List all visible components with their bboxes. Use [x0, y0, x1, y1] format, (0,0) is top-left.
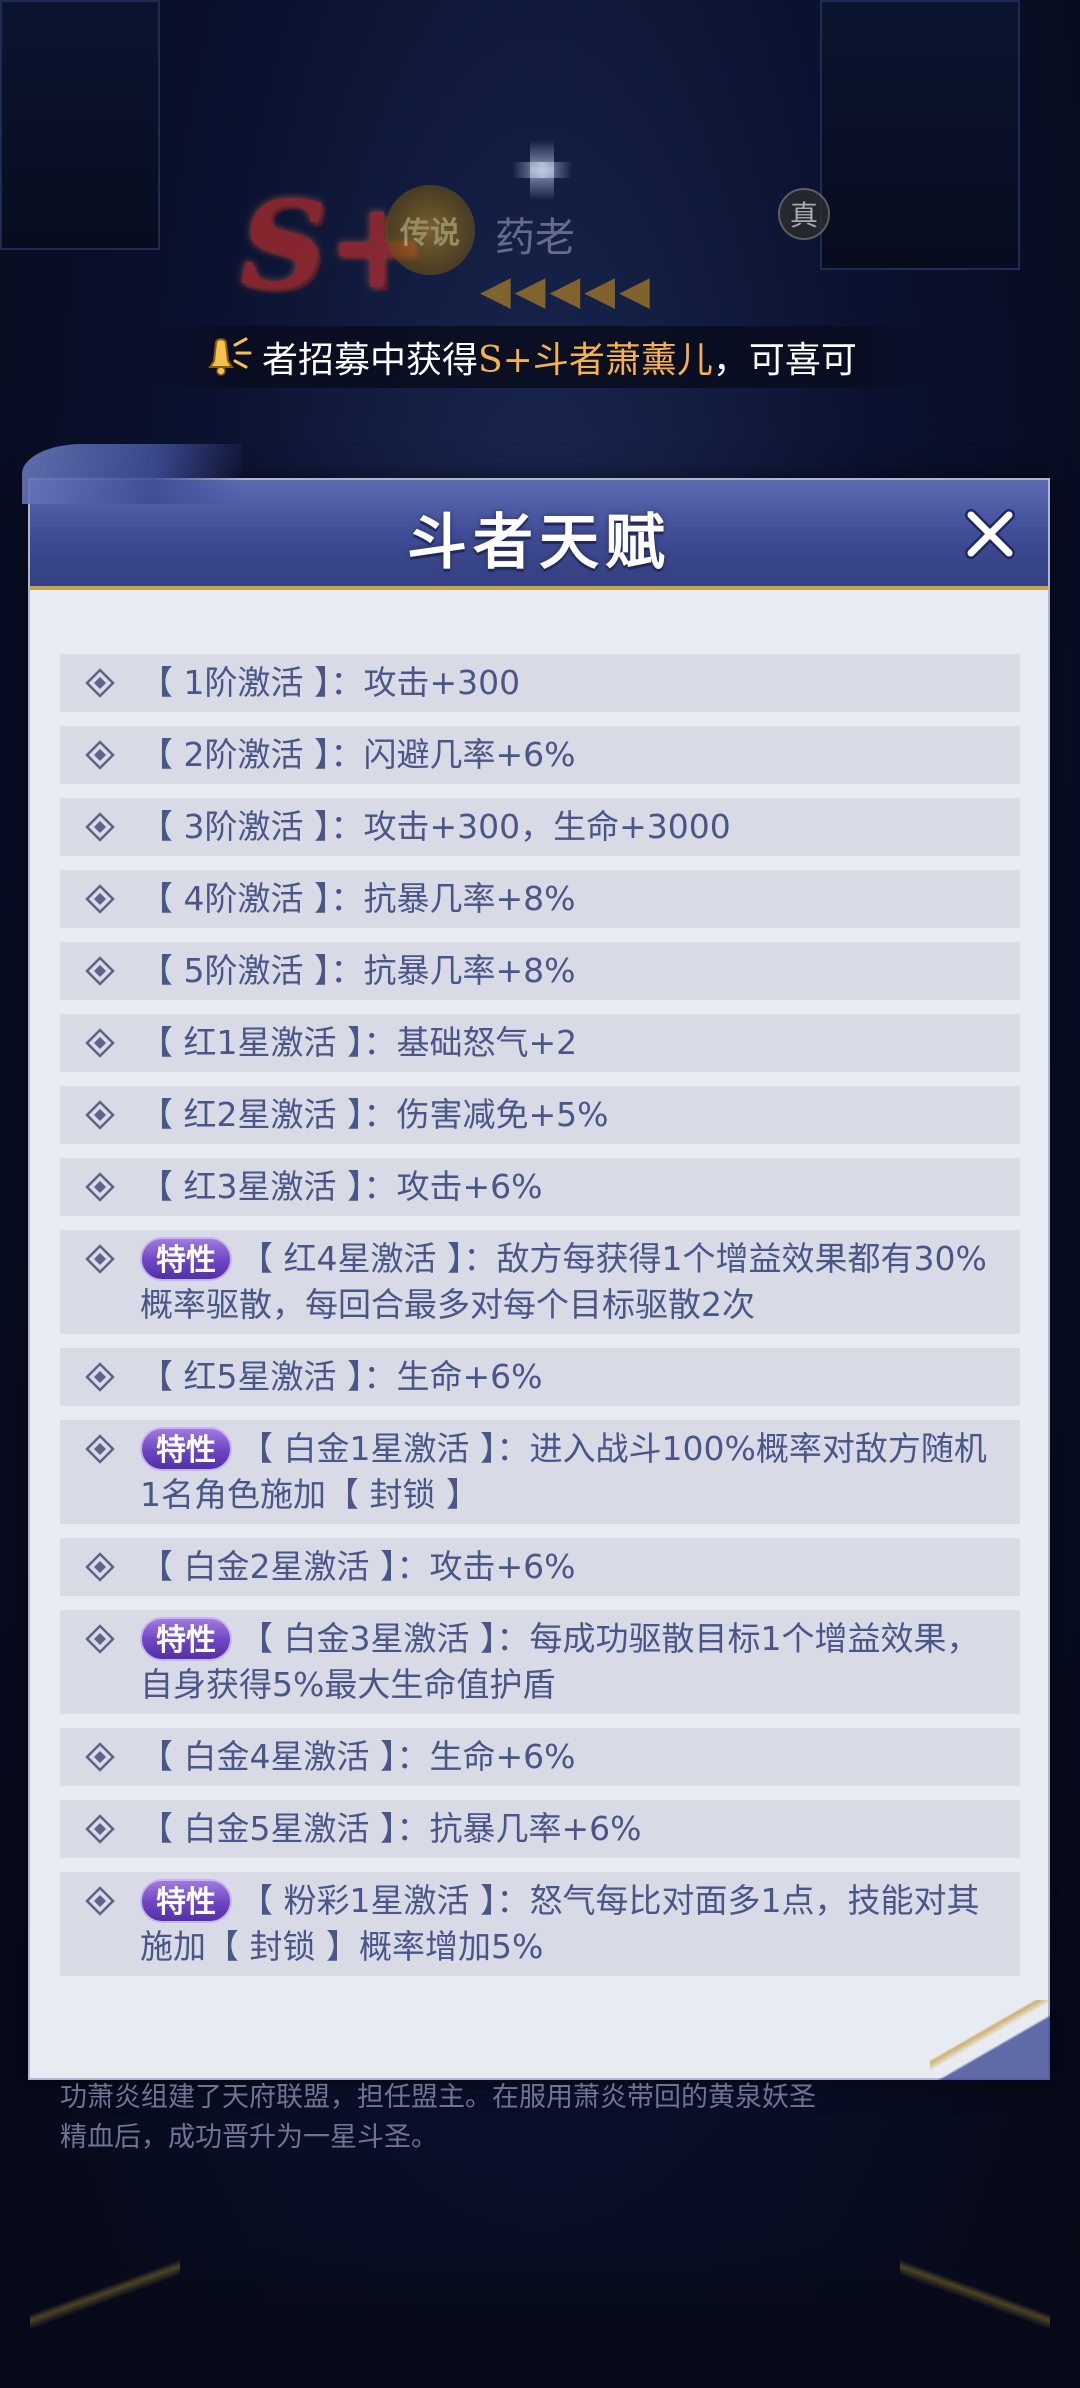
- bottom-ornament-right: [900, 2260, 1050, 2340]
- talent-text: 【 红1星激活 】：基础怒气+2: [140, 1023, 578, 1062]
- bottom-ornament-left: [30, 2260, 180, 2340]
- announcement-marquee: 者招募中获得S+斗者萧薰儿，可喜可: [150, 326, 940, 388]
- talent-content: 特性【 白金1星激活 】：进入战斗100%概率对敌方随机1名角色施加【 封锁 】: [140, 1426, 1004, 1518]
- talent-text: 【 红2星激活 】：伤害减免+5%: [140, 1095, 609, 1134]
- talent-row: 特性【 粉彩1星激活 】：怒气每比对面多1点，技能对其施加【 封锁 】概率增加5…: [60, 1872, 1020, 1976]
- talent-text: 【 红3星激活 】：攻击+6%: [140, 1167, 543, 1206]
- talent-content: 【 白金4星激活 】：生命+6%: [140, 1734, 1004, 1780]
- true-badge[interactable]: 真: [778, 188, 830, 240]
- trait-badge: 特性: [140, 1427, 232, 1471]
- talent-row: 【 5阶激活 】：抗暴几率+8%: [60, 942, 1020, 1000]
- talent-content: 【 5阶激活 】：抗暴几率+8%: [140, 948, 1004, 994]
- talent-row: 【 红1星激活 】：基础怒气+2: [60, 1014, 1020, 1072]
- background-panel-right: [820, 0, 1020, 270]
- talent-text: 【 3阶激活 】：攻击+300，生命+3000: [140, 807, 731, 846]
- announcement-text: 者招募中获得S+斗者萧薰儿，可喜可: [262, 331, 857, 383]
- diamond-bullet-icon: [60, 1544, 140, 1590]
- talent-text: 【 5阶激活 】：抗暴几率+8%: [140, 951, 576, 990]
- diamond-bullet-icon: [60, 1092, 140, 1138]
- dialog-title: 斗者天赋: [407, 508, 671, 578]
- trait-badge: 特性: [140, 1879, 232, 1923]
- talent-content: 特性【 白金3星激活 】：每成功驱散目标1个增益效果，自身获得5%最大生命值护盾: [140, 1616, 1004, 1708]
- diamond-bullet-icon: [60, 1236, 140, 1282]
- talent-text: 【 1阶激活 】：攻击+300: [140, 663, 521, 702]
- talent-content: 【 红5星激活 】：生命+6%: [140, 1354, 1004, 1400]
- talent-content: 【 4阶激活 】：抗暴几率+8%: [140, 876, 1004, 922]
- talent-row: 【 白金5星激活 】：抗暴几率+6%: [60, 1800, 1020, 1858]
- talent-text: 【 红4星激活 】：敌方每获得1个增益效果都有30%概率驱散，每回合最多对每个目…: [140, 1239, 987, 1324]
- talent-row: 【 白金4星激活 】：生命+6%: [60, 1728, 1020, 1786]
- diamond-bullet-icon: [60, 804, 140, 850]
- talent-row: 【 2阶激活 】：闪避几率+6%: [60, 726, 1020, 784]
- bell-icon: [200, 333, 256, 381]
- talent-row: 【 4阶激活 】：抗暴几率+8%: [60, 870, 1020, 928]
- announcement-text-after: ，可喜可: [712, 340, 857, 381]
- hero-name: 药老: [495, 215, 575, 261]
- diamond-bullet-icon: [60, 1354, 140, 1400]
- talent-row: 【 1阶激活 】：攻击+300: [60, 654, 1020, 712]
- talent-text: 【 白金5星激活 】：抗暴几率+6%: [140, 1809, 642, 1848]
- talent-content: 【 白金2星激活 】：攻击+6%: [140, 1544, 1004, 1590]
- star-rating: ◀◀◀◀◀: [480, 268, 654, 314]
- talent-content: 【 红2星激活 】：伤害减免+5%: [140, 1092, 1004, 1138]
- talent-list: 【 1阶激活 】：攻击+300 【 2阶激活 】：闪避几率+6% 【 3阶激活 】：…: [60, 654, 1020, 1990]
- trait-badge: 特性: [140, 1617, 232, 1661]
- diamond-bullet-icon: [60, 876, 140, 922]
- talent-row: 【 3阶激活 】：攻击+300，生命+3000: [60, 798, 1020, 856]
- talent-text: 【 粉彩1星激活 】：怒气每比对面多1点，技能对其施加【 封锁 】概率增加5%: [140, 1881, 980, 1966]
- talent-content: 【 白金5星激活 】：抗暴几率+6%: [140, 1806, 1004, 1852]
- diamond-bullet-icon: [60, 1426, 140, 1472]
- diamond-bullet-icon: [60, 1616, 140, 1662]
- talent-row: 特性【 白金3星激活 】：每成功驱散目标1个增益效果，自身获得5%最大生命值护盾: [60, 1610, 1020, 1714]
- talent-row: 特性【 白金1星激活 】：进入战斗100%概率对敌方随机1名角色施加【 封锁 】: [60, 1420, 1020, 1524]
- announcement-highlight: S+斗者萧薰儿: [478, 340, 713, 381]
- talent-text: 【 4阶激活 】：抗暴几率+8%: [140, 879, 576, 918]
- talent-text: 【 白金3星激活 】：每成功驱散目标1个增益效果，自身获得5%最大生命值护盾: [140, 1619, 980, 1704]
- talent-content: 【 红1星激活 】：基础怒气+2: [140, 1020, 1004, 1066]
- close-icon: [965, 509, 1015, 559]
- talent-content: 【 红3星激活 】：攻击+6%: [140, 1164, 1004, 1210]
- close-button[interactable]: [960, 504, 1020, 564]
- diamond-bullet-icon: [60, 732, 140, 778]
- talent-text: 【 白金4星激活 】：生命+6%: [140, 1737, 576, 1776]
- story-line: 精血后，成功晋升为一星斗圣。: [60, 2122, 438, 2153]
- dialog-header: 斗者天赋: [22, 444, 1048, 590]
- talent-row: 【 红3星激活 】：攻击+6%: [60, 1158, 1020, 1216]
- background-panel-left: [0, 0, 160, 250]
- diamond-bullet-icon: [60, 1164, 140, 1210]
- diamond-bullet-icon: [60, 1806, 140, 1852]
- diamond-bullet-icon: [60, 1020, 140, 1066]
- talent-text: 【 红5星激活 】：生命+6%: [140, 1357, 543, 1396]
- diamond-bullet-icon: [60, 1734, 140, 1780]
- talent-text: 【 2阶激活 】：闪避几率+6%: [140, 735, 576, 774]
- talent-dialog: 斗者天赋 【 1阶激活 】：攻击+300 【 2阶激活 】：闪避几率+6% 【 3阶…: [22, 444, 1050, 2080]
- trait-badge: 特性: [140, 1237, 232, 1281]
- talent-content: 特性【 粉彩1星激活 】：怒气每比对面多1点，技能对其施加【 封锁 】概率增加5…: [140, 1878, 1004, 1970]
- talent-row: 【 红2星激活 】：伤害减免+5%: [60, 1086, 1020, 1144]
- dialog-corner-ornament: [930, 2000, 1050, 2080]
- talent-row: 特性【 红4星激活 】：敌方每获得1个增益效果都有30%概率驱散，每回合最多对每…: [60, 1230, 1020, 1334]
- talent-content: 【 1阶激活 】：攻击+300: [140, 660, 1004, 706]
- talent-content: 特性【 红4星激活 】：敌方每获得1个增益效果都有30%概率驱散，每回合最多对每…: [140, 1236, 1004, 1328]
- story-line: 功萧炎组建了天府联盟，担任盟主。在服用萧炎带回的黄泉妖圣: [60, 2082, 816, 2113]
- sparkle-decoration-cross: [512, 162, 572, 178]
- diamond-bullet-icon: [60, 1878, 140, 1924]
- hero-story: 功萧炎组建了天府联盟，担任盟主。在服用萧炎带回的黄泉妖圣 精血后，成功晋升为一星…: [60, 2078, 1020, 2158]
- talent-text: 【 白金2星激活 】：攻击+6%: [140, 1547, 576, 1586]
- talent-text: 【 白金1星激活 】：进入战斗100%概率对敌方随机1名角色施加【 封锁 】: [140, 1429, 987, 1514]
- announcement-text-before: 者招募中获得: [262, 340, 479, 381]
- talent-content: 【 2阶激活 】：闪避几率+6%: [140, 732, 1004, 778]
- diamond-bullet-icon: [60, 660, 140, 706]
- talent-row: 【 白金2星激活 】：攻击+6%: [60, 1538, 1020, 1596]
- talent-content: 【 3阶激活 】：攻击+300，生命+3000: [140, 804, 1004, 850]
- quality-badge: 传说: [385, 185, 475, 275]
- diamond-bullet-icon: [60, 948, 140, 994]
- talent-row: 【 红5星激活 】：生命+6%: [60, 1348, 1020, 1406]
